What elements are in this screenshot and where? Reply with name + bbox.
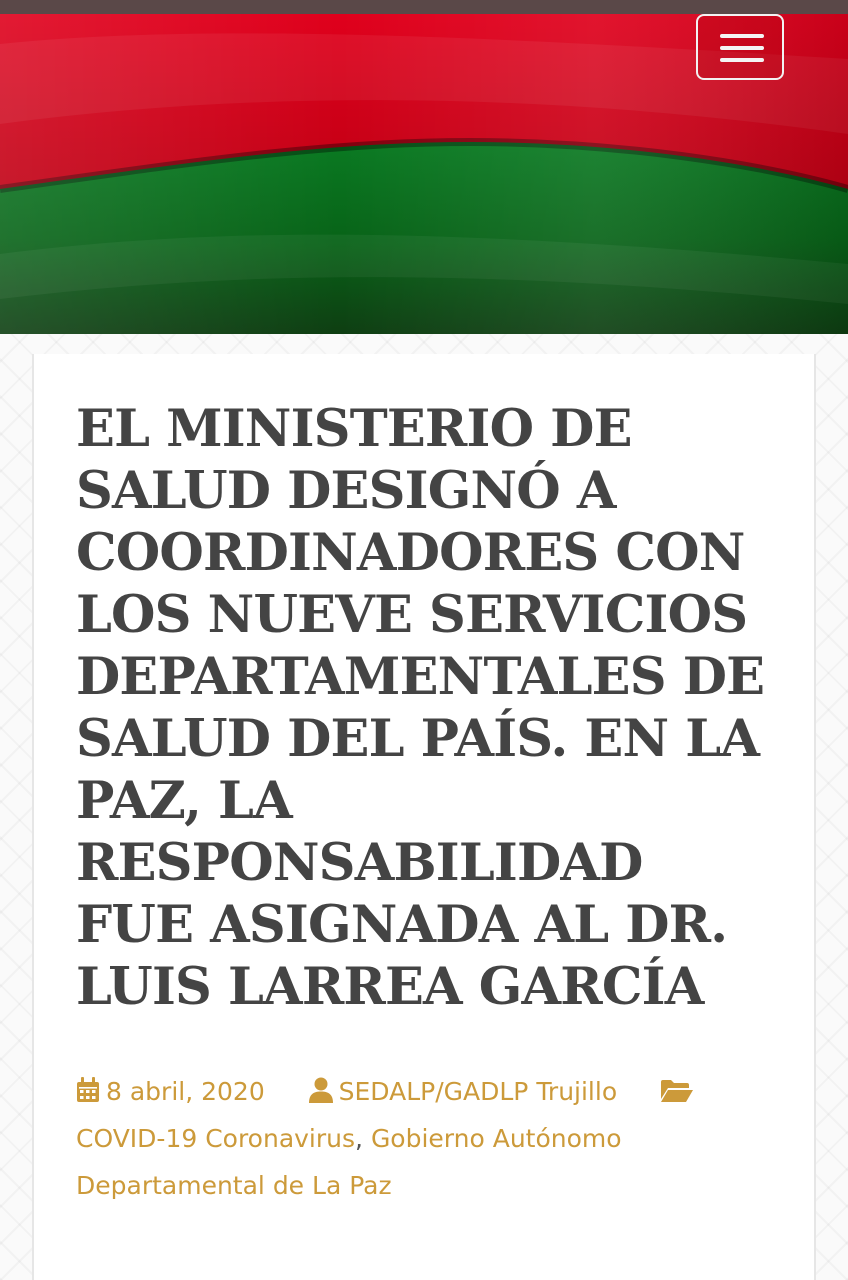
post-card: EL MINISTERIO DE SALUD DESIGNÓ A COORDIN… bbox=[32, 354, 816, 1280]
folder-open-icon bbox=[661, 1080, 694, 1102]
post-meta: 8 abril, 2020 SEDALP/GADLP Trujillo COVI… bbox=[76, 1068, 776, 1209]
post-author: SEDALP/GADLP Trujillo bbox=[301, 1077, 625, 1106]
category-link-covid[interactable]: COVID-19 Coronavirus bbox=[76, 1124, 355, 1153]
user-icon bbox=[308, 1077, 333, 1103]
calendar-icon bbox=[77, 1077, 99, 1102]
hamburger-menu-icon bbox=[720, 34, 764, 62]
menu-toggle-button[interactable] bbox=[696, 14, 784, 80]
status-strip bbox=[0, 0, 848, 14]
post-date-link[interactable]: 8 abril, 2020 bbox=[106, 1077, 265, 1106]
page: EL MINISTERIO DE SALUD DESIGNÓ A COORDIN… bbox=[0, 0, 848, 1280]
category-separator: , bbox=[355, 1124, 363, 1153]
post-title: EL MINISTERIO DE SALUD DESIGNÓ A COORDIN… bbox=[76, 399, 765, 1017]
post-date: 8 abril, 2020 bbox=[76, 1077, 273, 1106]
post-author-link[interactable]: SEDALP/GADLP Trujillo bbox=[339, 1077, 617, 1106]
